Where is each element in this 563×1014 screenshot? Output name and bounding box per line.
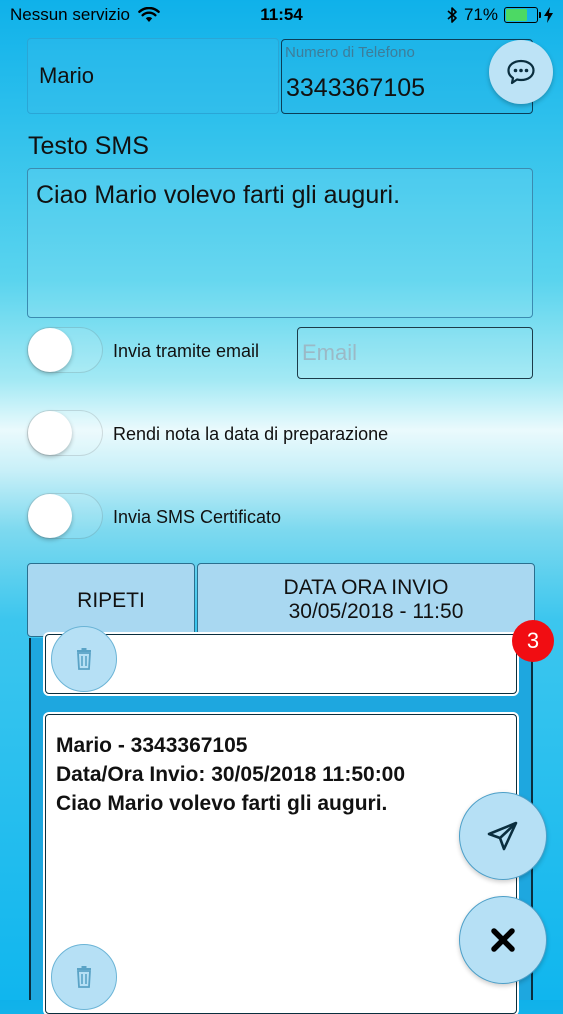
- close-button[interactable]: [459, 896, 547, 984]
- contacts-chat-button[interactable]: [489, 40, 553, 104]
- send-datetime-label: DATA ORA INVIO: [283, 576, 449, 599]
- status-right: 71%: [447, 5, 563, 25]
- send-datetime-value: 30/05/2018 - 11:50: [288, 600, 464, 623]
- phone-number-placeholder: Numero di Telefono: [285, 44, 415, 61]
- status-left: Nessun servizio: [0, 5, 160, 25]
- close-x-icon: [491, 928, 515, 952]
- bluetooth-icon: [447, 7, 457, 23]
- message-body: Ciao Mario volevo farti gli auguri.: [56, 792, 388, 815]
- status-bar: Nessun servizio 11:54 71%: [0, 0, 563, 30]
- message-details: Mario - 3343367105 Data/Ora Invio: 30/05…: [56, 731, 405, 818]
- delete-message-button[interactable]: [51, 626, 117, 692]
- queue-count-badge: 3: [512, 620, 554, 662]
- email-placeholder: Email: [302, 340, 358, 365]
- wifi-icon: [138, 7, 160, 22]
- email-toggle-knob: [28, 328, 72, 372]
- prep-date-toggle-label: Rendi nota la data di preparazione: [113, 424, 389, 444]
- sms-text-label: Testo SMS: [28, 132, 149, 160]
- repeat-button-label: RIPETI: [77, 589, 145, 612]
- battery-percent: 71%: [463, 5, 498, 24]
- message-send-time: Data/Ora Invio: 30/05/2018 11:50:00: [56, 763, 406, 786]
- certified-sms-toggle-label: Invia SMS Certificato: [113, 507, 282, 527]
- certified-sms-toggle[interactable]: [27, 493, 103, 539]
- message-queue-list[interactable]: Mario - 3343367105 Data/Ora Invio: 30/05…: [29, 626, 533, 1014]
- message-recipient: Mario - 3343367105: [56, 734, 248, 757]
- battery-icon: [504, 7, 541, 23]
- delete-message-button[interactable]: [51, 944, 117, 1010]
- battery-level: [506, 9, 527, 21]
- repeat-button[interactable]: RIPETI: [27, 563, 195, 637]
- certified-sms-toggle-knob: [28, 494, 72, 538]
- recipient-name-field[interactable]: Mario: [27, 38, 279, 114]
- sms-text-value: Ciao Mario volevo farti gli auguri.: [36, 181, 401, 209]
- prep-date-toggle-knob: [28, 411, 72, 455]
- prep-date-toggle[interactable]: [27, 410, 103, 456]
- charging-bolt-icon: [544, 7, 553, 23]
- paper-plane-icon: [487, 821, 518, 851]
- trash-icon: [77, 966, 91, 988]
- send-button[interactable]: [459, 792, 547, 880]
- send-datetime-button[interactable]: DATA ORA INVIO 30/05/2018 - 11:50: [197, 563, 535, 637]
- carrier-label: Nessun servizio: [10, 5, 130, 24]
- sms-text-area[interactable]: Ciao Mario volevo farti gli auguri.: [27, 168, 533, 318]
- email-input[interactable]: Email: [297, 327, 533, 379]
- chat-bubble-icon: [507, 59, 535, 85]
- trash-icon: [77, 648, 91, 670]
- recipient-name-value: Mario: [39, 63, 95, 88]
- phone-number-value: 3343367105: [286, 74, 426, 102]
- email-toggle[interactable]: [27, 327, 103, 373]
- email-toggle-label: Invia tramite email: [113, 341, 260, 361]
